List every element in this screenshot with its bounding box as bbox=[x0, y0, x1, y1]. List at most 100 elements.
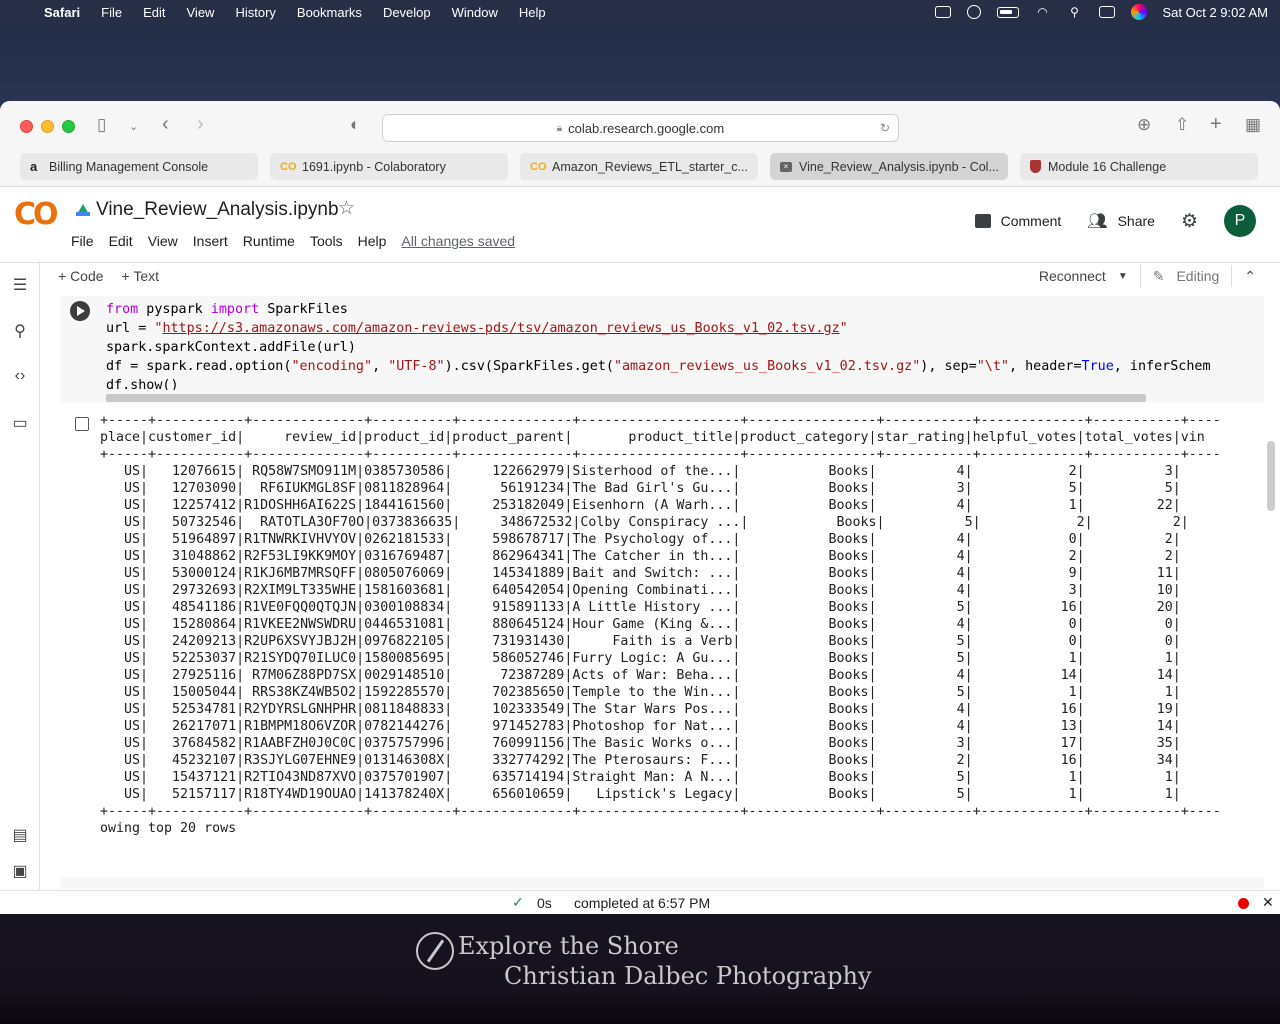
menu-help[interactable]: Help bbox=[519, 5, 546, 20]
browser-toolbar: ▯ ⌄ ‹ › ◐ 🔒︎ colab.research.google.com ↻… bbox=[0, 101, 1280, 153]
cell-toolbar: + Code + Text Reconnect ▼ ✎ Editing ⌃ bbox=[40, 263, 1280, 289]
code-cell[interactable]: from pyspark import SparkFiles url = "ht… bbox=[60, 296, 1264, 403]
menu-view[interactable]: View bbox=[187, 5, 215, 20]
record-icon[interactable] bbox=[1238, 898, 1249, 909]
divider bbox=[1139, 265, 1141, 287]
table-row: US| 29732693|R2XIM9LT335WHE|1581603681| … bbox=[100, 583, 1181, 598]
output-actions-icon[interactable] bbox=[75, 417, 89, 431]
notebook-title[interactable]: Vine_Review_Analysis.ipynb bbox=[76, 199, 339, 221]
command-palette-icon[interactable]: ▤ bbox=[11, 825, 29, 845]
battery-icon[interactable] bbox=[996, 6, 1019, 18]
privacy-shield-icon[interactable]: ◐ bbox=[350, 115, 360, 135]
gear-icon[interactable]: ⚙ bbox=[1181, 210, 1198, 233]
menu-clock[interactable]: Sat Oct 2 9:02 AM bbox=[1163, 5, 1269, 20]
nb-menu-edit[interactable]: Edit bbox=[109, 233, 133, 249]
table-row: US| 45232107|R3SJYLG07EHNE9|013146308X| … bbox=[100, 753, 1181, 768]
editing-mode-button[interactable]: Editing bbox=[1176, 268, 1219, 284]
status-bar: ✓ 0s completed at 6:57 PM ✕ bbox=[0, 890, 1280, 914]
code-url-link[interactable]: https://s3.amazonaws.com/amazon-reviews-… bbox=[162, 321, 839, 336]
search-icon[interactable]: ⚲ bbox=[11, 321, 29, 341]
menu-window[interactable]: Window bbox=[452, 5, 498, 20]
horizontal-scrollbar[interactable] bbox=[106, 394, 1146, 402]
search-icon[interactable]: ⚲ bbox=[1067, 5, 1083, 19]
tab-billing[interactable]: a Billing Management Console bbox=[20, 153, 258, 180]
avatar[interactable]: P bbox=[1224, 205, 1256, 237]
play-icon[interactable] bbox=[966, 5, 981, 19]
code-token: , inferSchem bbox=[1113, 359, 1211, 374]
tab-overview-icon[interactable]: ▦ bbox=[1245, 115, 1261, 135]
run-cell-button[interactable] bbox=[70, 301, 90, 321]
nb-menu-view[interactable]: View bbox=[148, 233, 178, 249]
colab-logo[interactable]: CO bbox=[14, 197, 58, 232]
code-snippets-icon[interactable]: ‹› bbox=[11, 367, 29, 385]
menu-bookmarks[interactable]: Bookmarks bbox=[297, 5, 362, 20]
colab-icon: CO bbox=[280, 160, 297, 173]
menu-file[interactable]: File bbox=[101, 5, 122, 20]
code-token: , bbox=[372, 359, 389, 374]
reconnect-button[interactable]: Reconnect bbox=[1039, 268, 1106, 284]
camera-icon[interactable] bbox=[934, 6, 951, 18]
nb-menu-tools[interactable]: Tools bbox=[310, 233, 343, 249]
nb-menu-runtime[interactable]: Runtime bbox=[243, 233, 295, 249]
colab-header: CO Vine_Review_Analysis.ipynb ☆ File Edi… bbox=[0, 187, 1280, 263]
table-row: US| 37684582|R1AABFZH0J0C0C|0375757996| … bbox=[100, 736, 1181, 751]
sidebar-toggle-icon[interactable]: ▯ bbox=[97, 115, 106, 135]
watermark-line-2: Christian Dalbec Photography bbox=[504, 962, 872, 990]
address-bar[interactable]: 🔒︎ colab.research.google.com ↻ bbox=[382, 114, 899, 142]
table-row: US| 26217071|R1BMPM18O6VZOR|0782144276| … bbox=[100, 719, 1181, 734]
window-controls bbox=[20, 120, 75, 133]
downloads-icon[interactable]: ⊕ bbox=[1137, 115, 1151, 135]
amazon-icon: a bbox=[30, 159, 38, 174]
menu-develop[interactable]: Develop bbox=[383, 5, 431, 20]
comment-label: Comment bbox=[1000, 213, 1062, 229]
tab-vine-review[interactable]: × Vine_Review_Analysis.ipynb - Col... bbox=[770, 153, 1008, 180]
tab-label: Billing Management Console bbox=[49, 159, 209, 174]
code-token: ), sep= bbox=[920, 359, 977, 374]
folder-icon[interactable]: ▭ bbox=[11, 413, 29, 433]
menu-history[interactable]: History bbox=[235, 5, 275, 20]
tab-amazon-etl[interactable]: CO Amazon_Reviews_ETL_starter_c... bbox=[520, 153, 758, 180]
save-status[interactable]: All changes saved bbox=[401, 233, 515, 249]
zoom-window-button[interactable] bbox=[62, 120, 75, 133]
notebook-title-text: Vine_Review_Analysis.ipynb bbox=[96, 199, 339, 220]
code-token: "UTF-8" bbox=[388, 359, 445, 374]
close-icon[interactable]: ✕ bbox=[1262, 894, 1274, 911]
wallpaper-treeline bbox=[0, 990, 1280, 1024]
table-row: US| 52253037|R21SYDQ70ILUC0|1580085695| … bbox=[100, 651, 1181, 666]
new-tab-icon[interactable]: + bbox=[1210, 113, 1222, 136]
add-code-button[interactable]: + Code bbox=[58, 268, 104, 284]
tab-module-16[interactable]: Module 16 Challenge bbox=[1020, 153, 1258, 180]
comment-button[interactable]: Comment bbox=[974, 213, 1062, 229]
close-window-button[interactable] bbox=[20, 120, 33, 133]
chevron-up-icon[interactable]: ⌃ bbox=[1244, 268, 1256, 285]
reload-icon[interactable]: ↻ bbox=[880, 121, 890, 135]
minimize-window-button[interactable] bbox=[41, 120, 54, 133]
star-icon[interactable]: ☆ bbox=[338, 197, 355, 220]
control-center-icon[interactable] bbox=[1098, 6, 1115, 18]
share-icon[interactable]: ⇧ bbox=[1175, 115, 1189, 135]
menu-edit[interactable]: Edit bbox=[143, 5, 165, 20]
back-icon[interactable]: ‹ bbox=[162, 113, 169, 136]
nb-menu-help[interactable]: Help bbox=[358, 233, 387, 249]
share-button[interactable]: 👥︎ Share bbox=[1087, 211, 1155, 231]
siri-icon[interactable] bbox=[1130, 4, 1147, 20]
tab-1691[interactable]: CO 1691.ipynb - Colaboratory bbox=[270, 153, 508, 180]
code-editor[interactable]: from pyspark import SparkFiles url = "ht… bbox=[106, 300, 1256, 390]
code-token: pyspark bbox=[138, 302, 211, 317]
vertical-scrollbar[interactable] bbox=[1267, 441, 1275, 511]
execution-status[interactable]: completed at 6:57 PM bbox=[574, 895, 710, 911]
code-token: spark.sparkContext.addFile(url) bbox=[106, 340, 356, 355]
chevron-down-icon[interactable]: ⌄ bbox=[129, 120, 138, 133]
chevron-down-icon[interactable]: ▼ bbox=[1118, 271, 1128, 282]
nb-menu-insert[interactable]: Insert bbox=[193, 233, 228, 249]
menu-app-name[interactable]: Safari bbox=[44, 5, 80, 20]
add-text-button[interactable]: + Text bbox=[122, 268, 160, 284]
table-row: US| 15437121|R2TIO43ND87XVO|0375701907| … bbox=[100, 770, 1181, 785]
nb-menu-file[interactable]: File bbox=[71, 233, 94, 249]
next-cell[interactable] bbox=[60, 877, 1264, 889]
table-of-contents-icon[interactable]: ☰ bbox=[11, 275, 29, 295]
people-icon: 👥︎ bbox=[1087, 213, 1108, 230]
wifi-icon[interactable]: ◠ bbox=[1035, 5, 1051, 19]
terminal-icon[interactable]: ▣ bbox=[11, 861, 29, 881]
forward-icon[interactable]: › bbox=[197, 113, 204, 136]
